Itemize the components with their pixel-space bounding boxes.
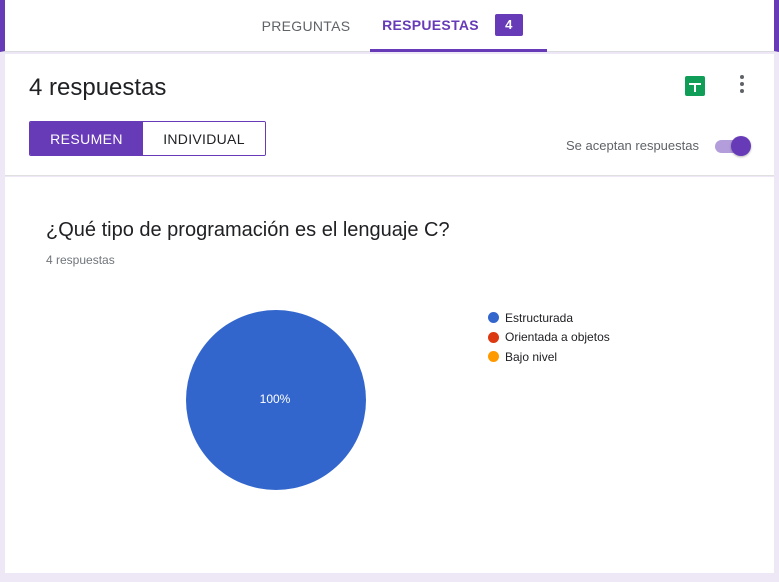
pie-slice-label: 100% bbox=[259, 392, 291, 406]
tab-respuestas[interactable]: RESPUESTAS 4 bbox=[370, 0, 547, 52]
dot bbox=[740, 82, 744, 86]
question-response-count: 4 respuestas bbox=[46, 253, 115, 267]
more-vert-icon[interactable] bbox=[732, 72, 752, 96]
legend-swatch bbox=[488, 351, 499, 363]
legend-label: Orientada a objetos bbox=[505, 330, 610, 345]
dot bbox=[740, 89, 744, 93]
tab-preguntas[interactable]: PREGUNTAS bbox=[245, 0, 367, 52]
legend-item: Orientada a objetos bbox=[488, 328, 610, 348]
individual-button[interactable]: INDIVIDUAL bbox=[143, 122, 265, 155]
legend-swatch bbox=[488, 331, 499, 343]
dot bbox=[740, 75, 744, 79]
tab-preguntas-label: PREGUNTAS bbox=[261, 18, 351, 34]
sheets-icon[interactable] bbox=[685, 76, 705, 96]
responses-summary-card: 4 respuestas RESUMEN INDIVIDUAL Se acept… bbox=[5, 54, 774, 176]
top-tab-bar: PREGUNTAS RESPUESTAS 4 bbox=[0, 0, 779, 52]
view-toggle-group: RESUMEN INDIVIDUAL bbox=[29, 121, 266, 156]
legend-label: Bajo nivel bbox=[505, 349, 558, 364]
question-title: ¿Qué tipo de programación es el lenguaje… bbox=[46, 219, 450, 241]
question-summary-card: ¿Qué tipo de programación es el lenguaje… bbox=[5, 177, 774, 573]
page-title: 4 respuestas bbox=[29, 74, 167, 101]
toggle-thumb bbox=[731, 136, 751, 156]
accepting-responses-toggle[interactable] bbox=[713, 135, 751, 157]
tab-respuestas-label: RESPUESTAS bbox=[382, 16, 479, 33]
responses-count-badge: 4 bbox=[494, 13, 523, 36]
resumen-button[interactable]: RESUMEN bbox=[30, 122, 143, 155]
legend-item: Estructurada bbox=[488, 308, 610, 328]
accepting-responses-label: Se aceptan respuestas bbox=[566, 138, 699, 153]
legend-label: Estructurada bbox=[505, 310, 574, 325]
legend-item: Bajo nivel bbox=[488, 347, 610, 367]
legend-swatch bbox=[488, 312, 499, 324]
chart-legend: Estructurada Orientada a objetos Bajo nive… bbox=[488, 308, 610, 367]
